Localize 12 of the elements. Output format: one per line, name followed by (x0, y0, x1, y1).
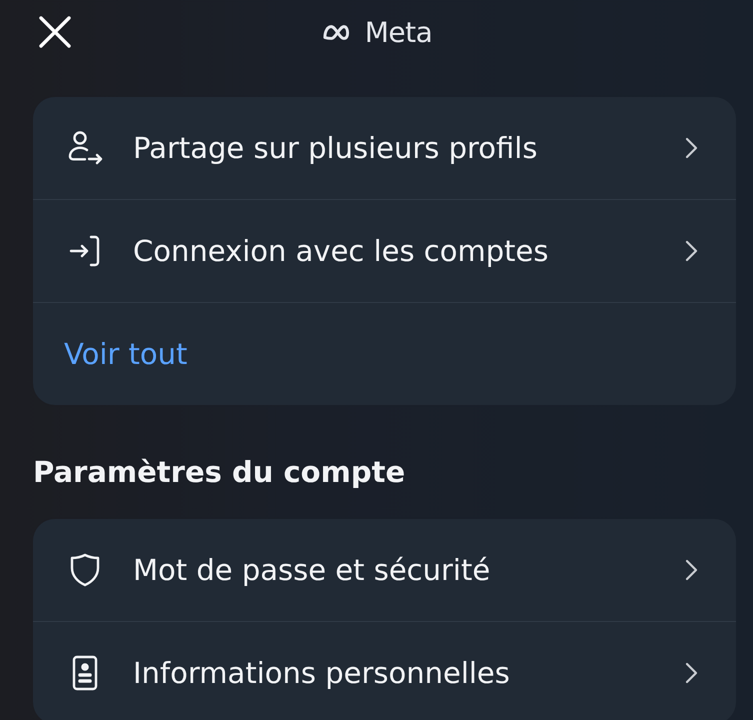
menu-item[interactable]: Mot de passe et sécurité (33, 519, 736, 622)
menu-item[interactable]: Informations personnelles (33, 622, 736, 720)
menu-item[interactable]: Partage sur plusieurs profils (33, 97, 736, 200)
chevron-right-icon (684, 136, 698, 160)
close-button[interactable] (37, 14, 73, 50)
menu-item[interactable]: Connexion avec les comptes (33, 200, 736, 303)
chevron-right-icon (684, 239, 698, 263)
section-title: Paramètres du compte (33, 455, 406, 489)
brand-name: Meta (364, 16, 432, 49)
see-all-link[interactable]: Voir tout (64, 337, 188, 371)
chevron-right-icon (684, 558, 698, 582)
chevron-right-icon (684, 661, 698, 685)
